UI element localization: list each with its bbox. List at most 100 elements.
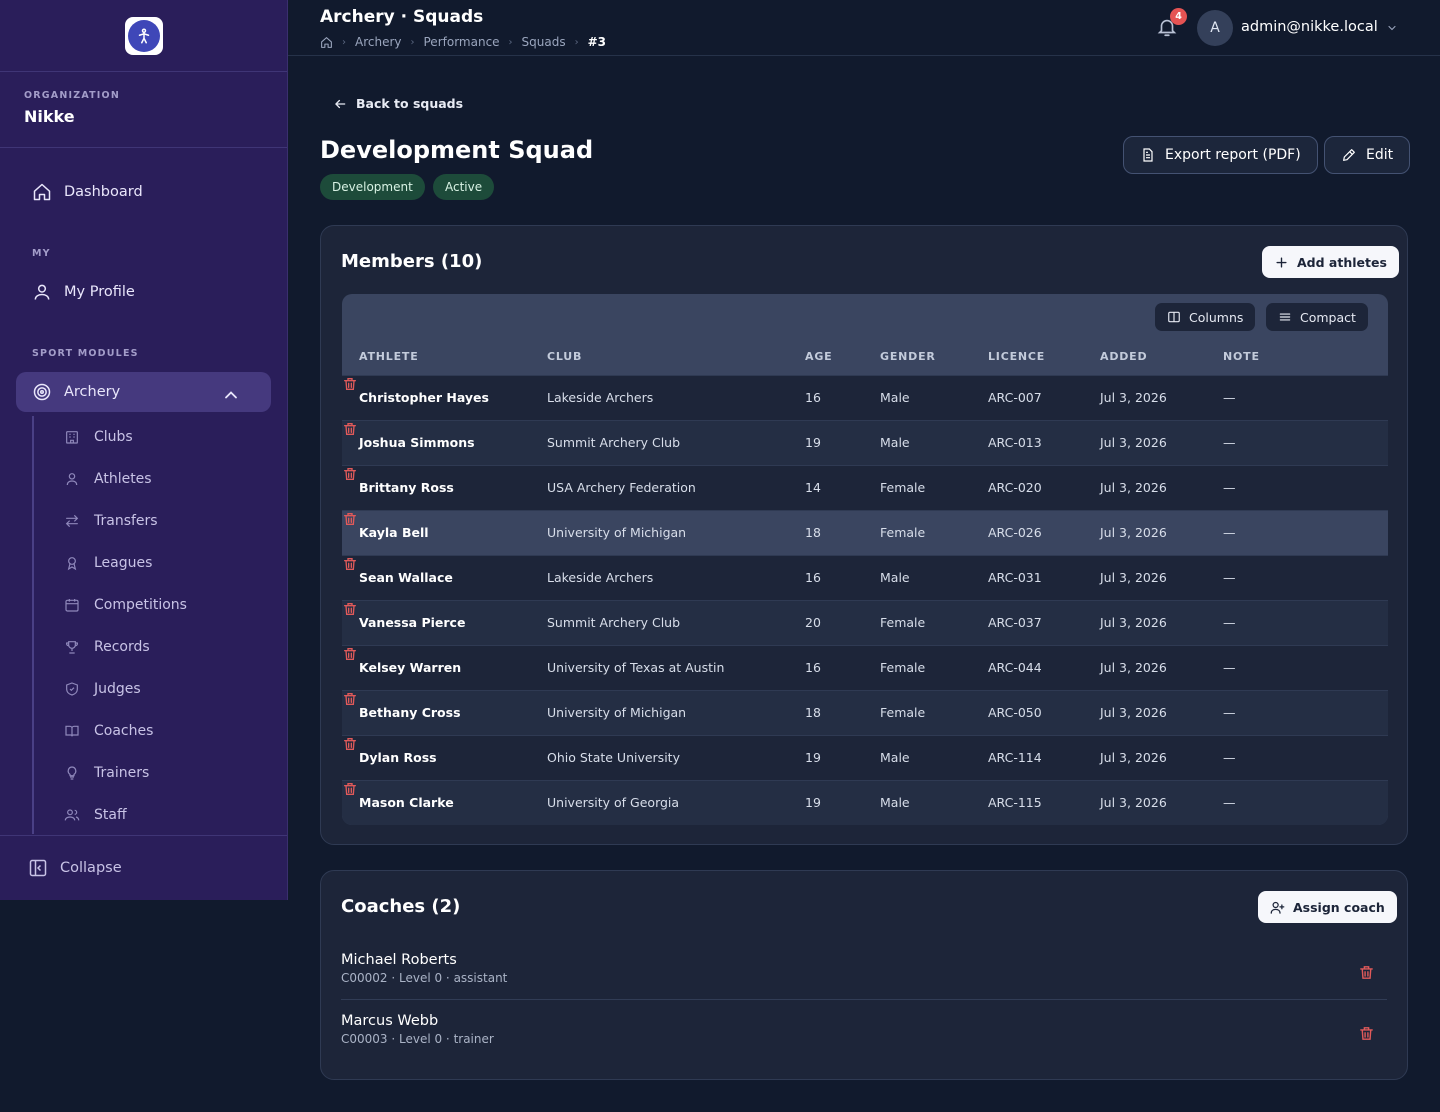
sidebar-item-archery[interactable]: Archery <box>16 372 271 412</box>
add-athletes-button[interactable]: Add athletes <box>1262 246 1399 278</box>
user-icon <box>66 473 78 486</box>
table-row[interactable]: Mason Clarke University of Georgia 19 Ma… <box>342 780 1388 825</box>
table-row[interactable]: Kayla Bell University of Michigan 18 Fem… <box>342 510 1388 555</box>
trash-icon[interactable] <box>342 646 358 662</box>
coach-meta: C00003 · Level 0 · trainer <box>341 1032 494 1046</box>
trash-icon[interactable] <box>342 511 358 527</box>
columns-button[interactable]: Columns <box>1155 303 1256 331</box>
cell-licence: ARC-007 <box>988 390 1042 405</box>
sidebar-subitem-staff[interactable]: Staff <box>64 800 127 830</box>
table-row[interactable]: Joshua Simmons Summit Archery Club 19 Ma… <box>342 420 1388 465</box>
section-label-sport-modules: SPORT MODULES <box>32 348 139 359</box>
edit-button[interactable]: Edit <box>1324 136 1411 174</box>
table-row[interactable]: Brittany Ross USA Archery Federation 14 … <box>342 465 1388 510</box>
column-header-added[interactable]: ADDED <box>1100 350 1147 363</box>
table-row[interactable]: Vanessa Pierce Summit Archery Club 20 Fe… <box>342 600 1388 645</box>
collapse-sidebar-button[interactable]: Collapse <box>0 835 287 900</box>
sidebar-subitem-records[interactable]: Records <box>64 632 150 662</box>
sidebar-subitem-leagues[interactable]: Leagues <box>64 548 152 578</box>
table-row[interactable]: Dylan Ross Ohio State University 19 Male… <box>342 735 1388 780</box>
user-email[interactable]: admin@nikke.local <box>1241 19 1378 35</box>
cell-gender: Female <box>880 525 926 540</box>
cell-licence: ARC-114 <box>988 750 1042 765</box>
trash-icon[interactable] <box>342 556 358 572</box>
export-report-button[interactable]: Export report (PDF) <box>1123 136 1318 174</box>
cell-athlete[interactable]: Vanessa Pierce <box>359 615 465 630</box>
cell-athlete[interactable]: Mason Clarke <box>359 795 454 810</box>
home-icon[interactable] <box>320 36 333 49</box>
user-plus-icon <box>1270 901 1285 914</box>
trash-icon[interactable] <box>1358 1025 1375 1042</box>
trash-icon[interactable] <box>1358 964 1375 981</box>
cell-note: — <box>1223 750 1236 765</box>
sidebar-item-my-profile[interactable]: My Profile <box>16 272 271 312</box>
column-header-age[interactable]: AGE <box>805 350 832 363</box>
breadcrumb-item[interactable]: Archery <box>355 35 402 49</box>
cell-athlete[interactable]: Bethany Cross <box>359 705 461 720</box>
sidebar-subitem-transfers[interactable]: Transfers <box>64 506 158 536</box>
organization-label: ORGANIZATION <box>24 90 120 101</box>
table-row[interactable]: Sean Wallace Lakeside Archers 16 Male AR… <box>342 555 1388 600</box>
trash-icon[interactable] <box>342 736 358 752</box>
table-row[interactable]: Bethany Cross University of Michigan 18 … <box>342 690 1388 735</box>
back-to-squads-link[interactable]: Back to squads <box>333 96 463 111</box>
building-icon <box>66 431 78 444</box>
sidebar-subitem-athletes[interactable]: Athletes <box>64 464 152 494</box>
avatar[interactable]: A <box>1197 10 1233 46</box>
sidebar-subitem-competitions[interactable]: Competitions <box>64 590 187 620</box>
list-item[interactable]: Michael Roberts C00002 · Level 0 · assis… <box>341 952 1387 985</box>
trash-icon[interactable] <box>342 421 358 437</box>
cell-athlete[interactable]: Sean Wallace <box>359 570 453 585</box>
org-logo[interactable] <box>124 16 163 55</box>
column-header-club[interactable]: CLUB <box>547 350 582 363</box>
sidebar-subitem-clubs[interactable]: Clubs <box>64 422 133 452</box>
table-row[interactable]: Christopher Hayes Lakeside Archers 16 Ma… <box>342 375 1388 420</box>
sidebar-subitem-coaches[interactable]: Coaches <box>64 716 153 746</box>
coach-name[interactable]: Marcus Webb <box>341 1013 1387 1029</box>
archer-logo-icon <box>127 19 160 52</box>
cell-athlete[interactable]: Kayla Bell <box>359 525 429 540</box>
trash-icon[interactable] <box>342 376 358 392</box>
chevron-up-icon[interactable] <box>221 385 241 405</box>
coach-name[interactable]: Michael Roberts <box>341 952 1387 968</box>
column-header-gender[interactable]: GENDER <box>880 350 936 363</box>
divider <box>341 999 1387 1000</box>
cell-age: 19 <box>805 750 821 765</box>
cell-age: 16 <box>805 660 821 675</box>
cell-athlete[interactable]: Joshua Simmons <box>359 435 475 450</box>
cell-athlete[interactable]: Brittany Ross <box>359 480 454 495</box>
column-header-athlete[interactable]: ATHLETE <box>359 350 419 363</box>
list-item[interactable]: Marcus Webb C00003 · Level 0 · trainer <box>341 1013 1387 1046</box>
trash-icon[interactable] <box>342 781 358 797</box>
cell-athlete[interactable]: Dylan Ross <box>359 750 437 765</box>
trash-icon[interactable] <box>342 691 358 707</box>
column-header-note[interactable]: NOTE <box>1223 350 1260 363</box>
sidebar-collapse-icon <box>29 859 47 877</box>
breadcrumb-item[interactable]: Squads <box>522 35 566 49</box>
assign-coach-button[interactable]: Assign coach <box>1258 891 1397 923</box>
compact-button[interactable]: Compact <box>1266 303 1368 331</box>
trash-icon[interactable] <box>342 466 358 482</box>
arrows-swap-icon <box>65 515 79 527</box>
cell-club: University of Georgia <box>547 795 680 810</box>
cell-club: Ohio State University <box>547 750 680 765</box>
assign-coach-label: Assign coach <box>1293 899 1385 915</box>
column-header-licence[interactable]: LICENCE <box>988 350 1045 363</box>
cell-licence: ARC-050 <box>988 705 1042 720</box>
sidebar-item-dashboard[interactable]: Dashboard <box>16 172 271 212</box>
chevron-down-icon[interactable] <box>1386 22 1398 34</box>
cell-age: 19 <box>805 795 821 810</box>
sidebar-subitem-judges[interactable]: Judges <box>64 674 141 704</box>
cell-athlete[interactable]: Kelsey Warren <box>359 660 461 675</box>
cell-added: Jul 3, 2026 <box>1100 390 1167 405</box>
submenu-guide-line <box>32 416 34 834</box>
trash-icon[interactable] <box>342 601 358 617</box>
cell-athlete[interactable]: Christopher Hayes <box>359 390 489 405</box>
breadcrumb-item[interactable]: Performance <box>424 35 500 49</box>
sidebar-subitem-trainers[interactable]: Trainers <box>64 758 149 788</box>
cell-note: — <box>1223 660 1236 675</box>
cell-added: Jul 3, 2026 <box>1100 615 1167 630</box>
tag-development: Development <box>320 174 425 200</box>
users-icon <box>64 809 80 821</box>
table-row[interactable]: Kelsey Warren University of Texas at Aus… <box>342 645 1388 690</box>
